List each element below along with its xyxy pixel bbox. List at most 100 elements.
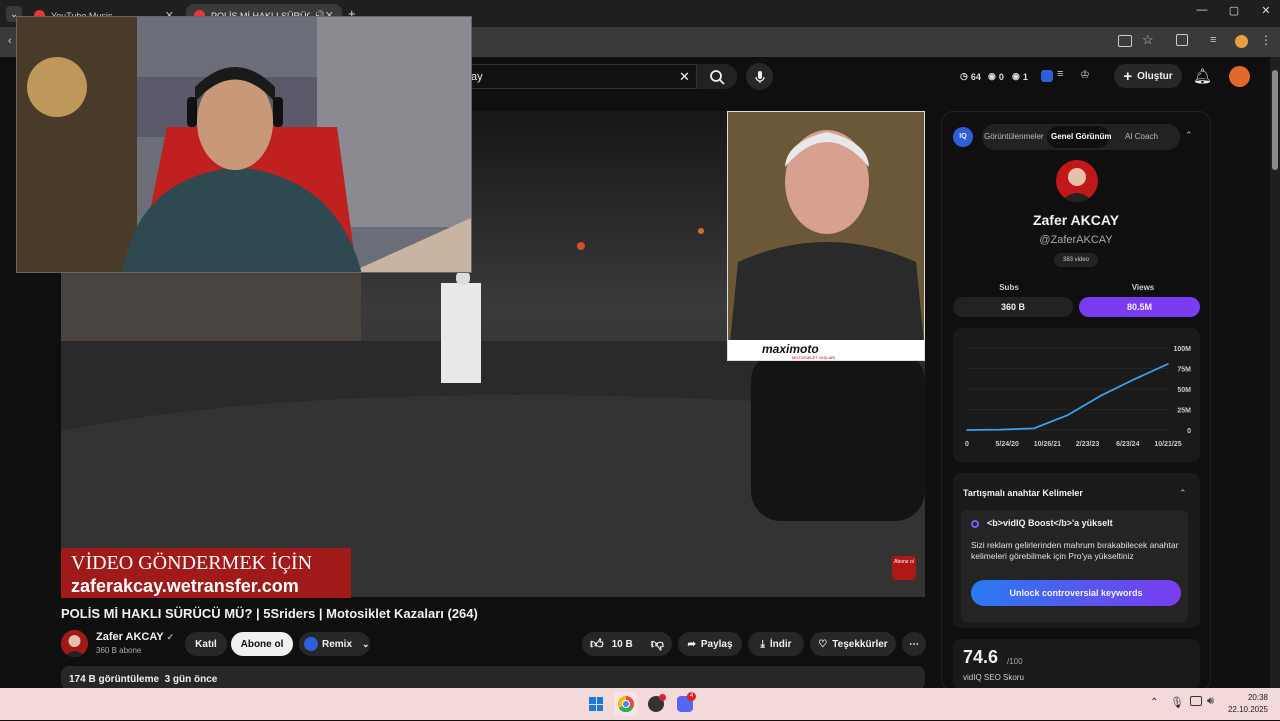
watermark-label: Abone ol xyxy=(894,559,914,565)
stat-value: 64 xyxy=(970,71,981,82)
x-tick-label: 0 xyxy=(965,441,969,448)
subscriber-count: 360 B abone xyxy=(96,646,142,655)
remix-label: Remix xyxy=(322,638,353,650)
channel-avatar[interactable] xyxy=(61,630,88,657)
collapse-chevron-icon[interactable]: ⌃ xyxy=(1179,488,1187,499)
network-icon[interactable] xyxy=(1190,696,1202,706)
maximize-button[interactable]: ▢ xyxy=(1220,4,1248,17)
chrome-taskbar-button[interactable] xyxy=(614,692,638,716)
subscribe-button[interactable]: Abone ol xyxy=(231,632,293,656)
tab-views[interactable]: Görüntülenmeler xyxy=(984,132,1044,141)
volume-icon[interactable]: 🔊︎ xyxy=(1207,695,1214,708)
scrollbar-thumb[interactable] xyxy=(1272,70,1278,170)
views-data-point xyxy=(966,429,968,431)
dislike-icon[interactable]: 👎︎ xyxy=(651,636,664,652)
x-tick-label: 6/23/24 xyxy=(1116,441,1139,448)
views-data-point xyxy=(1167,363,1169,365)
subscribe-label: Abone ol xyxy=(240,638,284,650)
trophy-icon[interactable]: ♔ xyxy=(1080,68,1090,81)
user-avatar[interactable] xyxy=(1229,66,1250,87)
chrome-icon xyxy=(617,695,634,713)
search-icon xyxy=(710,69,725,85)
profile-avatar[interactable] xyxy=(1235,35,1248,48)
tab-ai-coach[interactable]: AI Coach xyxy=(1125,132,1158,141)
windows-start-icon[interactable] xyxy=(589,697,603,711)
download-button[interactable]: ⤓ İndir xyxy=(748,632,804,656)
join-label: Katıl xyxy=(195,638,217,650)
vidiq-panel: IQ Görüntülenmeler Genel Görünüm AI Coac… xyxy=(941,111,1211,691)
share-button[interactable]: ➦ Paylaş xyxy=(678,632,742,656)
voice-search-button[interactable] xyxy=(746,63,773,90)
tab-overview[interactable]: Genel Görünüm xyxy=(1051,132,1111,141)
download-icon: ⤓ xyxy=(760,638,765,650)
create-button[interactable]: + Oluştur xyxy=(1114,64,1182,88)
subs-value[interactable]: 360 B xyxy=(953,297,1073,317)
presenter-inset-video: maximoto MOTOSİKLET YAŞLARI xyxy=(727,111,925,361)
channel-name[interactable]: Zafer AKCAY ✓ xyxy=(96,631,174,643)
microphone-tray-icon[interactable]: 🎙︎ xyxy=(1170,696,1184,709)
join-button[interactable]: Katıl xyxy=(185,632,227,656)
vidiq-channel-name: Zafer AKCAY xyxy=(1032,212,1120,228)
thanks-button[interactable]: ♡ Teşekkürler xyxy=(810,632,896,656)
search-button[interactable] xyxy=(697,64,737,89)
clock-date[interactable]: 22.10.2025 xyxy=(1218,705,1268,714)
channel-avatar-image xyxy=(61,630,88,657)
y-tick-label: 25M xyxy=(1177,408,1191,415)
stat-value: 1 xyxy=(1022,71,1028,82)
channel-name-text: Zafer AKCAY xyxy=(96,631,164,643)
cast-icon[interactable] xyxy=(1118,35,1132,47)
video-count-badge: 383 video xyxy=(1054,253,1098,267)
x-tick-label: 10/26/21 xyxy=(1034,441,1061,448)
discord-badge: 4 xyxy=(687,692,696,701)
boost-box: <b>vidIQ Boost</b>'a yükselt Sizi reklam… xyxy=(961,510,1188,622)
search-input[interactable]: ay ✕ xyxy=(440,64,697,89)
unlock-keywords-button[interactable]: Unlock controversial keywords xyxy=(971,580,1181,606)
views-series-line xyxy=(966,363,1169,431)
views-data-point xyxy=(999,428,1002,431)
clear-search-icon[interactable]: ✕ xyxy=(679,69,690,85)
eye-icon: ◉ xyxy=(1012,71,1020,81)
notifications-bell-icon[interactable]: 🔔︎ xyxy=(1193,67,1212,85)
video-banner: VİDEO GÖNDERMEK İÇİN zaferakcay.wetransf… xyxy=(61,548,351,598)
controversial-title: Tartışmalı anahtar Kelimeler xyxy=(963,488,1083,498)
search-value: ay xyxy=(471,70,483,83)
eye-icon: ◉ xyxy=(988,71,996,81)
vidiq-stat-views-2: ◉ 1 xyxy=(1012,71,1028,82)
vidiq-icon xyxy=(304,637,318,651)
vidiq-stat-views: ◉ 0 xyxy=(988,71,1004,82)
remix-button[interactable]: Remix ⌄ xyxy=(299,632,370,656)
back-icon[interactable]: ‹ xyxy=(8,35,12,47)
video-title: POLİS Mİ HAKLI SÜRÜCÜ MÜ? | 5Sriders | M… xyxy=(61,606,478,621)
thanks-label: Teşekkürler xyxy=(832,638,888,650)
vidiq-stat-time: ◷ 64 xyxy=(960,71,981,82)
y-tick-label: 0 xyxy=(1187,428,1191,435)
minimize-button[interactable]: — xyxy=(1188,4,1216,16)
reading-list-icon[interactable]: ≡ xyxy=(1210,34,1216,46)
vidiq-logo-icon[interactable] xyxy=(1041,70,1053,82)
views-and-date: 174 B görüntüleme 3 gün önce xyxy=(69,674,218,685)
chevron-down-icon[interactable]: ⌄ xyxy=(362,639,370,650)
more-actions-button[interactable]: ⋯ xyxy=(902,632,926,656)
create-label: Oluştur xyxy=(1137,70,1173,82)
vidiq-list-icon[interactable]: ≡ xyxy=(1057,68,1063,80)
views-value[interactable]: 80.5M xyxy=(1079,297,1200,317)
collapse-chevron-icon[interactable]: ⌃ xyxy=(1185,130,1193,141)
more-horizontal-icon: ⋯ xyxy=(909,638,919,650)
controversial-keywords-card: Tartışmalı anahtar Kelimeler ⌃ <b>vidIQ … xyxy=(953,473,1200,628)
subscribe-watermark[interactable]: Abone ol xyxy=(892,556,916,580)
views-data-point xyxy=(1066,414,1069,417)
seo-score-value: 74.6 xyxy=(963,647,999,667)
like-icon[interactable]: 👍︎ xyxy=(590,636,604,652)
stat-value: 0 xyxy=(998,71,1004,82)
browser-menu-icon[interactable]: ⋮ xyxy=(1260,33,1272,47)
extensions-icon[interactable] xyxy=(1176,34,1188,46)
verified-icon: ✓ xyxy=(166,632,175,642)
webcam-scene xyxy=(17,17,471,272)
clock-time[interactable]: 20:38 xyxy=(1228,693,1268,702)
views-data-point xyxy=(1133,378,1136,380)
bookmark-star-icon[interactable]: ☆ xyxy=(1142,32,1154,48)
plus-icon: + xyxy=(1123,67,1133,85)
close-window-button[interactable]: ✕ xyxy=(1252,4,1280,17)
description-box[interactable]: 174 B görüntüleme 3 gün önce xyxy=(61,666,925,690)
tray-chevron-icon[interactable]: ⌃ xyxy=(1150,697,1158,708)
